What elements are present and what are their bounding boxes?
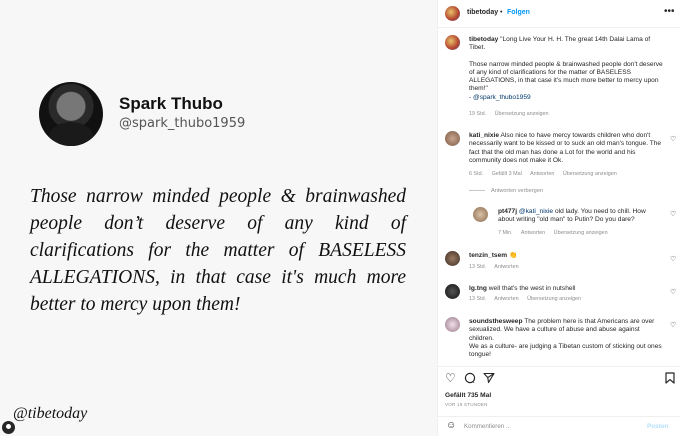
timestamp[interactable]: 13 Std. bbox=[469, 264, 486, 270]
heart-icon[interactable]: ♡ bbox=[445, 372, 456, 384]
comment-body: 👏 bbox=[508, 252, 518, 259]
quote-text: Those narrow minded people & brainwashed… bbox=[30, 183, 406, 318]
more-horizontal-icon[interactable]: ••• bbox=[664, 6, 675, 17]
post-image[interactable]: Spark Thubo @spark_thubo1959 Those narro… bbox=[0, 0, 437, 436]
timestamp[interactable]: 13 Std. bbox=[469, 296, 486, 302]
comment-text: kati_nixie Also nice to have mercy towar… bbox=[469, 132, 665, 165]
caption-username[interactable]: tibetoday bbox=[469, 36, 498, 43]
paper-plane-icon[interactable] bbox=[483, 372, 495, 386]
comment-body: well that's the west in nutshell bbox=[488, 285, 576, 292]
quoted-profile-photo bbox=[39, 82, 103, 146]
avatar[interactable] bbox=[445, 6, 460, 21]
caption-text: tibetoday "Long Live Your H. H. The grea… bbox=[469, 36, 665, 102]
reply-button[interactable]: Antworten bbox=[494, 264, 518, 270]
likes-count[interactable]: Gefällt 3 Mal bbox=[492, 171, 522, 177]
caption-body: Those narrow minded people & brainwashed… bbox=[469, 60, 663, 93]
comment-body: We as a culture- are judging a Tibetan c… bbox=[469, 342, 662, 359]
avatar[interactable] bbox=[473, 207, 488, 222]
tagged-users-icon[interactable] bbox=[2, 421, 15, 434]
quote-line: people don’t deserve of any kind of bbox=[30, 213, 406, 234]
heart-icon[interactable]: ♡ bbox=[670, 135, 676, 143]
add-comment-bar: ☺ Posten bbox=[438, 416, 680, 436]
comment-username[interactable]: pt477j bbox=[498, 208, 517, 215]
post-actions: ♡ Gefällt 735 Mal VOR 19 STUNDEN bbox=[438, 366, 680, 416]
timestamp[interactable]: 19 Std. bbox=[469, 111, 486, 117]
quote-line: Those narrow minded people & brainwashed bbox=[30, 186, 406, 207]
comment-icon[interactable] bbox=[464, 372, 476, 386]
comment-text: pt477j @kati_nixie old lady. You need to… bbox=[498, 208, 664, 225]
comment-input[interactable] bbox=[464, 421, 614, 432]
post-comment-button[interactable]: Posten bbox=[647, 423, 668, 430]
quote-line: better to mercy upon them! bbox=[30, 294, 241, 315]
hide-replies-button[interactable]: Antworten verbergen bbox=[469, 188, 543, 194]
comment-meta: 13 Std. Antworten bbox=[469, 264, 526, 270]
watermark: @tibetoday bbox=[13, 405, 88, 422]
likes-count[interactable]: Gefällt 735 Mal bbox=[445, 392, 491, 399]
heart-icon[interactable]: ♡ bbox=[670, 288, 676, 296]
follow-button[interactable]: Folgen bbox=[507, 9, 530, 16]
post-header: tibetoday • Folgen ••• bbox=[438, 0, 680, 28]
comment-username[interactable]: soundsthesweep bbox=[469, 318, 523, 325]
translate-link[interactable]: Übersetzung anzeigen bbox=[563, 171, 617, 177]
quote-line: clarifications for the matter of BASELES… bbox=[30, 240, 406, 261]
heart-icon[interactable]: ♡ bbox=[670, 321, 676, 329]
timestamp[interactable]: 6 Std. bbox=[469, 171, 483, 177]
comment-meta: 6 Std. Gefällt 3 Mal Antworten Übersetzu… bbox=[469, 171, 624, 177]
quote-line: ALLEGATIONS, in that case it's much more bbox=[30, 267, 406, 288]
translate-link[interactable]: Übersetzung anzeigen bbox=[554, 230, 608, 236]
avatar[interactable] bbox=[445, 251, 460, 266]
comment-meta: 13 Std. Antworten Übersetzung anzeigen bbox=[469, 296, 588, 302]
bookmark-icon[interactable] bbox=[665, 372, 675, 386]
reply-button[interactable]: Antworten bbox=[521, 230, 545, 236]
mention-link[interactable]: @kati_nixie bbox=[519, 208, 553, 215]
comment-text: lg.tng well that's the west in nutshell bbox=[469, 285, 665, 293]
post-age[interactable]: VOR 19 STUNDEN bbox=[445, 402, 488, 407]
heart-icon[interactable]: ♡ bbox=[670, 255, 676, 263]
comment-username[interactable]: kati_nixie bbox=[469, 132, 499, 139]
avatar[interactable] bbox=[445, 35, 460, 50]
separator-dot: • bbox=[500, 9, 503, 16]
smiley-icon[interactable]: ☺ bbox=[446, 421, 456, 431]
quoted-handle: @spark_thubo1959 bbox=[119, 116, 246, 131]
translate-link[interactable]: Übersetzung anzeigen bbox=[495, 111, 549, 117]
comment-text: tenzin_tsem 👏 bbox=[469, 252, 665, 260]
timestamp[interactable]: 7 Min. bbox=[498, 230, 513, 236]
reply-button[interactable]: Antworten bbox=[530, 171, 554, 177]
comment-meta: 7 Min. Antworten Übersetzung anzeigen bbox=[498, 230, 615, 236]
reply-button[interactable]: Antworten bbox=[494, 296, 518, 302]
quoted-display-name: Spark Thubo bbox=[119, 94, 223, 113]
comments-list[interactable]: tibetoday "Long Live Your H. H. The grea… bbox=[438, 28, 680, 366]
comment-username[interactable]: tenzin_tsem bbox=[469, 252, 507, 259]
heart-icon[interactable]: ♡ bbox=[670, 210, 676, 218]
avatar[interactable] bbox=[445, 284, 460, 299]
avatar[interactable] bbox=[445, 131, 460, 146]
comment-username[interactable]: lg.tng bbox=[469, 285, 487, 292]
avatar[interactable] bbox=[445, 317, 460, 332]
caption-credit-link[interactable]: - @spark_thubo1959 bbox=[469, 94, 665, 102]
caption-meta: 19 Std. Übersetzung anzeigen bbox=[469, 111, 556, 117]
comment-text: soundsthesweep The problem here is that … bbox=[469, 318, 665, 359]
translate-link[interactable]: Übersetzung anzeigen bbox=[527, 296, 581, 302]
post-side-panel: tibetoday • Folgen ••• tibetoday "Long L… bbox=[437, 0, 680, 436]
post-author-username[interactable]: tibetoday bbox=[467, 9, 498, 16]
